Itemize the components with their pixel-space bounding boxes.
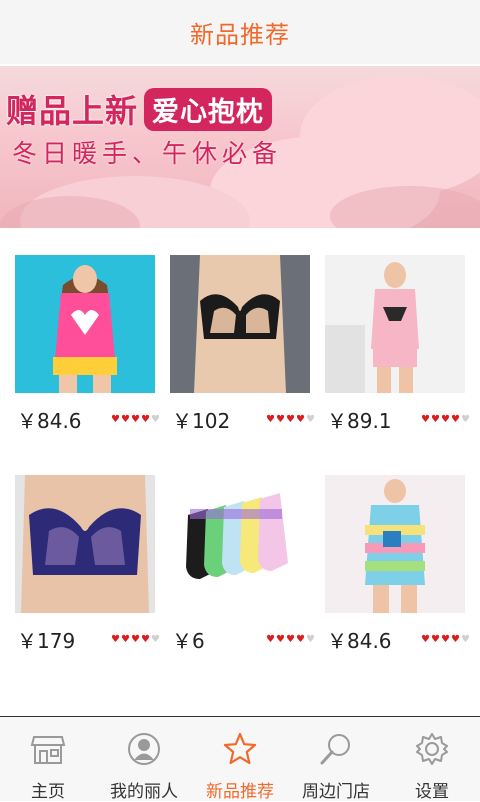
- app-header: 新品推荐: [0, 0, 480, 64]
- star-empty-icon: ♥: [461, 414, 470, 425]
- storefront-icon: [30, 736, 66, 764]
- product-price: ￥6: [172, 629, 205, 653]
- star-icon: [223, 732, 257, 765]
- product-image[interactable]: [170, 255, 310, 393]
- star-empty-icon: ♥: [461, 634, 470, 645]
- promo-banner[interactable]: 赠品上新 爱心抱枕 冬日暖手、午休必备: [0, 66, 480, 228]
- tab-profile[interactable]: 我的丽人: [96, 717, 192, 802]
- star-icon: ♥: [276, 414, 285, 425]
- product-image[interactable]: [325, 255, 465, 393]
- star-icon: ♥: [286, 634, 295, 645]
- tab-home-label: 主页: [31, 782, 65, 802]
- star-icon: ♥: [111, 634, 120, 645]
- bottom-tab-bar: 主页 我的丽人 新品推荐 周边门店 设置: [0, 716, 480, 802]
- star-icon: ♥: [121, 634, 130, 645]
- star-icon: ♥: [131, 414, 140, 425]
- product-price: ￥84.6: [327, 629, 392, 653]
- star-icon: ♥: [296, 634, 305, 645]
- star-icon: ♥: [121, 414, 130, 425]
- rating-stars: ♥ ♥ ♥ ♥ ♥: [111, 634, 160, 645]
- rating-stars: ♥ ♥ ♥ ♥ ♥: [266, 634, 315, 645]
- tab-new-arrivals[interactable]: 新品推荐: [192, 717, 288, 802]
- tab-settings[interactable]: 设置: [384, 717, 480, 802]
- star-icon: ♥: [421, 634, 430, 645]
- product-image[interactable]: [15, 475, 155, 613]
- rating-stars: ♥ ♥ ♥ ♥ ♥: [421, 414, 470, 425]
- star-icon: ♥: [451, 634, 460, 645]
- banner-subline: 冬日暖手、午休必备: [12, 139, 283, 168]
- banner-headline-row: 赠品上新 爱心抱枕: [6, 86, 273, 132]
- tab-nearby-stores-label: 周边门店: [302, 782, 370, 802]
- star-icon: ♥: [266, 414, 275, 425]
- page-title: 新品推荐: [190, 20, 290, 49]
- star-empty-icon: ♥: [151, 414, 160, 425]
- product-image[interactable]: [170, 475, 310, 613]
- product-image[interactable]: [325, 475, 465, 613]
- star-icon: ♥: [431, 634, 440, 645]
- tab-settings-label: 设置: [415, 782, 449, 802]
- product-price: ￥89.1: [327, 409, 392, 433]
- star-icon: ♥: [451, 414, 460, 425]
- tab-new-arrivals-label: 新品推荐: [206, 782, 274, 802]
- product-price: ￥84.6: [17, 409, 82, 433]
- star-icon: ♥: [266, 634, 275, 645]
- profile-icon: [128, 733, 160, 765]
- product-price: ￥179: [17, 629, 76, 653]
- product-price: ￥102: [172, 409, 231, 433]
- star-icon: ♥: [421, 414, 430, 425]
- star-empty-icon: ♥: [306, 634, 315, 645]
- star-empty-icon: ♥: [306, 414, 315, 425]
- star-icon: ♥: [111, 414, 120, 425]
- star-icon: ♥: [141, 634, 150, 645]
- product-image[interactable]: [15, 255, 155, 393]
- star-empty-icon: ♥: [151, 634, 160, 645]
- star-icon: ♥: [296, 414, 305, 425]
- star-icon: ♥: [141, 414, 150, 425]
- star-icon: ♥: [131, 634, 140, 645]
- rating-stars: ♥ ♥ ♥ ♥ ♥: [421, 634, 470, 645]
- rating-stars: ♥ ♥ ♥ ♥ ♥: [266, 414, 315, 425]
- tab-nearby-stores[interactable]: 周边门店: [288, 717, 384, 802]
- tab-home[interactable]: 主页: [0, 717, 96, 802]
- star-icon: ♥: [276, 634, 285, 645]
- magnifier-icon: [320, 734, 350, 765]
- star-icon: ♥: [441, 634, 450, 645]
- star-icon: ♥: [286, 414, 295, 425]
- gear-icon: [416, 733, 448, 765]
- banner-headline: 赠品上新: [6, 92, 139, 130]
- rating-stars: ♥ ♥ ♥ ♥ ♥: [111, 414, 160, 425]
- star-icon: ♥: [441, 414, 450, 425]
- star-icon: ♥: [431, 414, 440, 425]
- tab-profile-label: 我的丽人: [110, 782, 178, 802]
- banner-tag: 爱心抱枕: [144, 87, 273, 131]
